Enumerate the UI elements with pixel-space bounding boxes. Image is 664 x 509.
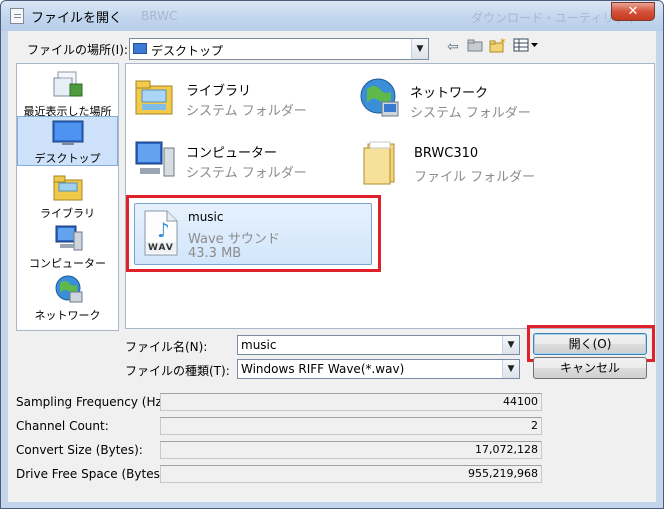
channel-count-label: Channel Count: (16, 419, 109, 433)
chevron-down-icon[interactable]: ▼ (502, 360, 519, 378)
close-button[interactable]: ✕ (611, 2, 655, 21)
drive-free-space-label: Drive Free Space (Bytes): (16, 467, 169, 481)
filename-label: ファイル名(N): (125, 340, 208, 354)
view-menu-icon[interactable] (513, 38, 541, 56)
location-value: デスクトップ (151, 44, 224, 58)
drive-free-space-value: 955,219,968 (160, 465, 542, 483)
up-folder-icon[interactable] (467, 38, 483, 56)
library-icon (17, 172, 118, 205)
item-type: システム フォルダー (186, 166, 307, 181)
item-name: コンピューター (186, 146, 278, 161)
computer-icon (17, 224, 118, 255)
place-network[interactable]: ネットワーク (17, 272, 118, 322)
convert-size-label: Convert Size (Bytes): (16, 443, 143, 457)
cancel-button[interactable]: キャンセル (533, 357, 647, 379)
item-name: ネットワーク (410, 86, 489, 101)
close-icon: ✕ (627, 4, 639, 19)
place-label: ライブラリ (40, 207, 95, 220)
document-icon (10, 8, 24, 24)
filename-input[interactable]: music ▼ (237, 335, 520, 355)
place-label: デスクトップ (34, 152, 101, 165)
channel-count-value: 2 (160, 417, 542, 435)
item-name: ライブラリ (186, 84, 252, 99)
open-file-dialog: ファイルを開く BRWC ダウンロード・ユーティリティ ✕ ファイルの場所(I)… (0, 0, 664, 509)
item-name: BRWC310 (414, 146, 479, 161)
back-arrow-icon[interactable]: ⇦ (447, 39, 459, 55)
network-icon (358, 76, 402, 123)
place-label: コンピューター (29, 257, 106, 270)
list-item[interactable]: ライブラリ システム フォルダー (130, 72, 350, 126)
chevron-down-icon[interactable]: ▼ (502, 336, 519, 354)
item-type: システム フォルダー (410, 106, 531, 121)
filename-value: music (241, 338, 277, 352)
location-combobox[interactable]: デスクトップ ▼ (129, 38, 429, 60)
list-item[interactable]: BRWC310 ファイル フォルダー (354, 134, 584, 188)
folder-icon (362, 138, 402, 189)
list-item[interactable]: ネットワーク システム フォルダー (354, 72, 584, 126)
place-recent[interactable]: 最近表示した場所 (17, 68, 118, 118)
computer-icon (134, 138, 178, 185)
location-label: ファイルの場所(I): (27, 43, 128, 57)
title-bar[interactable]: ファイルを開く BRWC ダウンロード・ユーティリティ ✕ (1, 1, 663, 31)
desktop-icon (133, 43, 147, 54)
background-window-title: BRWC (141, 9, 178, 23)
place-library[interactable]: ライブラリ (17, 170, 118, 220)
library-icon (134, 74, 174, 121)
places-bar: 最近表示した場所 デスクトップ ライブラリ コンピューター ネットワーク (16, 63, 119, 331)
svg-text:✶: ✶ (499, 37, 507, 47)
chevron-down-icon[interactable]: ▼ (411, 39, 428, 59)
window-title: ファイルを開く (31, 11, 123, 26)
filetype-label: ファイルの種類(T): (125, 364, 230, 378)
network-icon (17, 274, 118, 307)
recent-places-icon (17, 70, 118, 103)
place-computer[interactable]: コンピューター (17, 222, 118, 270)
filetype-value: Windows RIFF Wave(*.wav) (241, 362, 405, 376)
new-folder-icon[interactable]: ✶ (489, 37, 507, 57)
convert-size-value: 17,072,128 (160, 441, 542, 459)
desktop-icon (18, 119, 117, 150)
highlight-box (126, 195, 381, 272)
sampling-frequency-label: Sampling Frequency (Hz): (16, 395, 171, 409)
filetype-select[interactable]: Windows RIFF Wave(*.wav) ▼ (237, 359, 520, 379)
list-item[interactable]: コンピューター システム フォルダー (130, 134, 350, 188)
place-label: ネットワーク (34, 309, 101, 322)
sampling-frequency-value: 44100 (160, 393, 542, 411)
item-type: ファイル フォルダー (414, 170, 536, 185)
place-desktop[interactable]: デスクトップ (17, 116, 118, 166)
item-type: システム フォルダー (186, 104, 307, 119)
